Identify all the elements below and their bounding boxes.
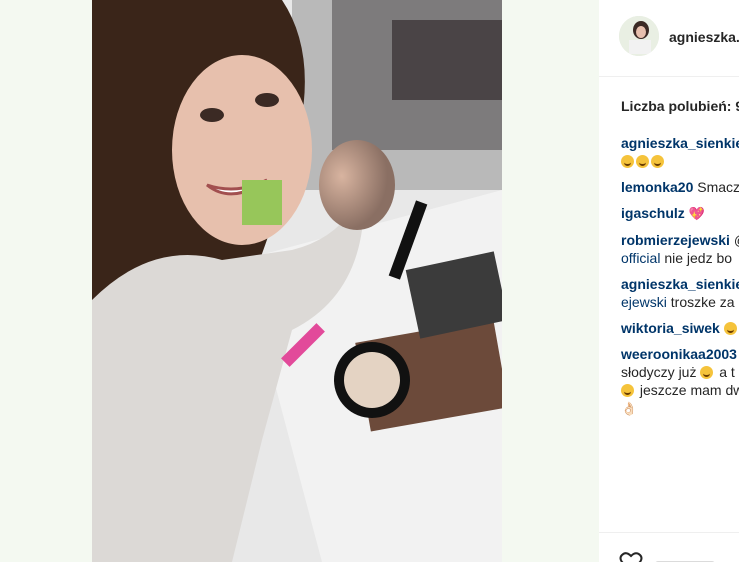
comment-username[interactable]: igaschulz [621,205,685,221]
comment-username[interactable]: lemonka20 [621,179,693,195]
comment-text: jeszcze mam dw [636,382,739,398]
comment-username[interactable]: wiktoria_siwek [621,320,720,336]
grin-icon [723,322,737,335]
grin-icon [636,155,649,168]
comment-item: agnieszka_sienkie ejewski troszke za [621,275,739,311]
action-bar [599,532,739,562]
post-header: agnieszka. [599,0,739,77]
comment-item: agnieszka_sienkie [621,134,739,170]
grin-icon [651,155,664,168]
likes-count[interactable]: Liczba polubień: 9 [621,98,739,114]
comment-item: weeroonikaa2003 słodyczy już a t jeszcze… [621,345,739,418]
mention-prefix: @ [734,232,739,248]
grin-icon [621,155,634,168]
comment-text: nie jedz bo [660,250,733,266]
heart-icon: 💖 [688,206,705,221]
mention-link[interactable]: ejewski [621,294,667,310]
like-heart-icon[interactable] [619,551,643,562]
grin-icon [700,366,714,379]
comment-username[interactable]: weeroonikaa2003 [621,346,737,362]
comment-list: agnieszka_sienkie lemonka20 Smacz igasch… [621,134,739,426]
comment-text: słodyczy już [621,364,697,380]
comment-username[interactable]: agnieszka_sienkie [621,276,739,292]
grin-icon [621,384,634,397]
post-side-panel: agnieszka. Liczba polubień: 9 agnieszka_… [599,0,739,562]
mention-link[interactable]: official [621,250,660,266]
comment-text: Smacz [697,179,739,195]
comment-item: lemonka20 Smacz [621,178,739,196]
avatar[interactable] [619,16,659,56]
comment-item: wiktoria_siwek [621,319,739,337]
comment-item: igaschulz 💖 [621,204,739,223]
comment-text: troszke za [666,294,735,310]
username-link[interactable]: agnieszka. [669,29,739,45]
comment-text: a t [715,364,735,380]
comment-username[interactable]: robmierzejewski [621,232,730,248]
hand-icon: 👌🏻 [621,401,638,416]
post-photo[interactable] [92,0,502,562]
comment-username[interactable]: agnieszka_sienkie [621,135,739,151]
comment-item: robmierzejewski @ official nie jedz bo [621,231,739,267]
